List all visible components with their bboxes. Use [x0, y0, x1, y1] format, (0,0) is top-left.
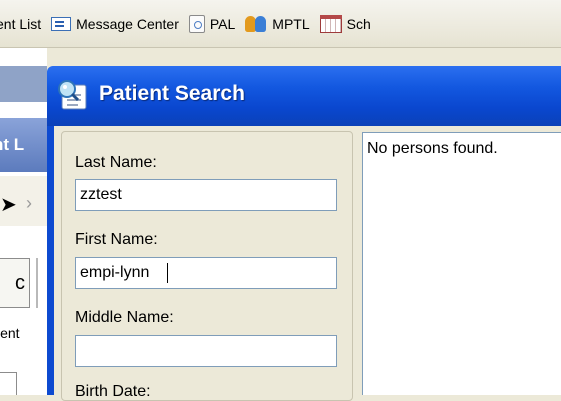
message-center-icon [51, 16, 72, 31]
background-banner [0, 66, 47, 102]
text-cursor [167, 263, 168, 283]
toolbar-schedule-label: Sch [346, 15, 371, 32]
last-name-input[interactable] [75, 179, 337, 211]
background-divider [0, 372, 17, 373]
back-arrow-icon[interactable]: ➤ [0, 192, 17, 217]
forward-arrow-icon[interactable]: › [26, 193, 32, 214]
search-results-list[interactable]: No persons found. [362, 132, 561, 395]
toolbar-pal-label: PAL [209, 15, 236, 32]
dialog-frame-left [47, 126, 54, 395]
patient-search-icon [58, 80, 87, 110]
middle-name-label: Middle Name: [75, 309, 174, 326]
dialog-titlebar[interactable]: Patient Search [47, 66, 561, 126]
background-nav-bar: ➤ › [0, 176, 47, 226]
first-name-label: First Name: [75, 231, 158, 248]
background-tab[interactable]: c [0, 258, 30, 308]
middle-name-input[interactable] [75, 335, 337, 367]
toolbar-mptl-label: MPTL [272, 15, 310, 32]
background-label-text: ient [0, 325, 20, 341]
background-section-title: nt L [0, 118, 47, 172]
toolbar-message-center-label: Message Center [76, 15, 179, 32]
toolbar-pal[interactable]: PAL [188, 14, 236, 33]
background-title-text: nt L [0, 135, 25, 154]
toolbar-schedule[interactable]: Sch [319, 14, 371, 33]
background-label: ient [0, 325, 47, 341]
background-tab-separator [36, 258, 38, 308]
birth-date-label: Birth Date: [75, 383, 151, 400]
toolbar-patient-list[interactable]: ent List [0, 16, 41, 32]
patient-search-dialog: Patient Search Last Name: First Name: Mi… [47, 66, 561, 401]
dialog-title: Patient Search [99, 82, 245, 105]
mptl-people-icon [245, 15, 267, 32]
background-tab-label: c [15, 272, 25, 294]
last-name-label: Last Name: [75, 154, 157, 171]
schedule-calendar-icon [319, 14, 342, 33]
top-toolbar: ent List Message Center PAL MPTL Sch [0, 0, 561, 48]
toolbar-mptl[interactable]: MPTL [245, 15, 310, 32]
background-divider-vertical [16, 372, 17, 395]
pal-icon [188, 14, 205, 33]
first-name-input[interactable] [75, 257, 337, 289]
results-message: No persons found. [367, 140, 498, 157]
toolbar-message-center[interactable]: Message Center [51, 16, 179, 32]
toolbar-patient-list-label: ent List [0, 15, 42, 32]
